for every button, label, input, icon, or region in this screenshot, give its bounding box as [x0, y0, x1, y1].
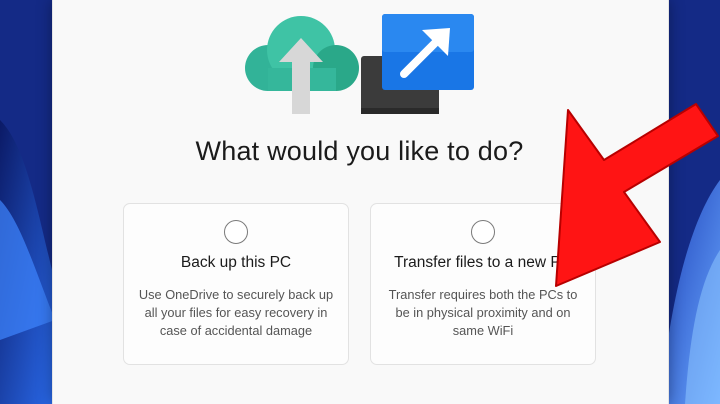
backup-radio[interactable] [224, 220, 248, 244]
backup-option-description: Use OneDrive to securely back up all you… [138, 287, 334, 338]
red-arrow-pointer [555, 103, 719, 287]
option-backup-card[interactable]: Back up this PC Use OneDrive to securely… [123, 203, 349, 365]
transfer-arrow-icon [361, 14, 474, 114]
hero-illustration [245, 14, 474, 114]
transfer-radio[interactable] [471, 220, 495, 244]
backup-option-label: Back up this PC [180, 254, 292, 271]
cloud-upload-icon [245, 16, 359, 114]
